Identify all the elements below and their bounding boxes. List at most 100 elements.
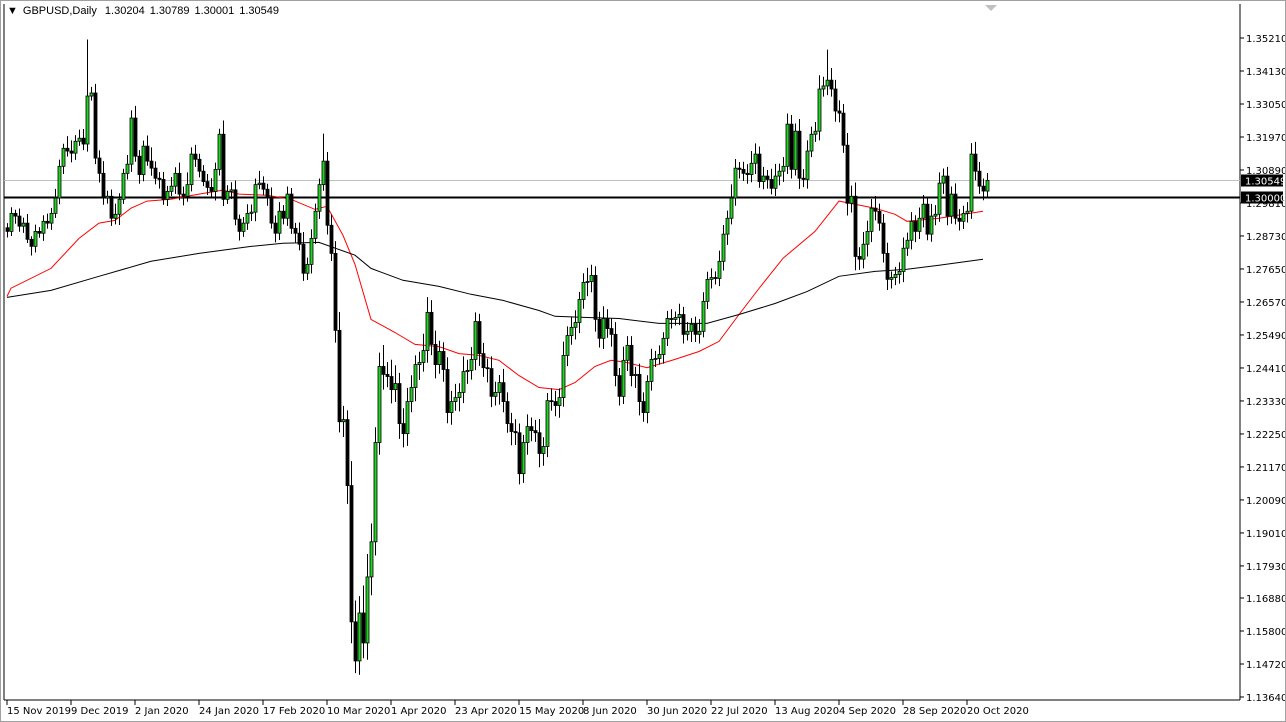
candle — [605, 309, 610, 338]
candle-body — [321, 160, 326, 186]
candle — [305, 257, 310, 280]
chart-shift-marker-icon[interactable] — [985, 5, 997, 11]
candle-body — [389, 376, 394, 391]
support-resistance-label: 1.30000 — [1245, 194, 1285, 205]
candle-body — [869, 207, 874, 232]
candle-body — [129, 117, 134, 165]
candle — [797, 118, 802, 189]
candle-body — [889, 277, 894, 280]
candle-body — [677, 314, 682, 318]
candle — [805, 140, 810, 189]
candle — [361, 585, 366, 659]
x-tick-label: 17 Feb 2020 — [263, 706, 325, 717]
candle-body — [401, 423, 406, 435]
candle — [293, 222, 298, 243]
y-tick-label: 1.17930 — [1246, 562, 1285, 573]
candle-body — [185, 184, 190, 197]
candle — [901, 237, 906, 283]
candle-body — [945, 175, 950, 217]
candle — [81, 129, 86, 151]
candle-body — [593, 274, 598, 320]
candle — [365, 554, 370, 660]
candle — [681, 306, 686, 344]
candle — [489, 356, 494, 408]
candle-body — [673, 317, 678, 320]
candle — [593, 266, 598, 332]
candle-body — [973, 153, 978, 172]
candle — [557, 388, 562, 418]
candle — [73, 135, 78, 160]
candle-body — [373, 442, 378, 543]
candle-body — [793, 130, 798, 170]
candle — [533, 419, 538, 442]
candle — [281, 205, 286, 225]
candle-body — [353, 621, 358, 662]
candle-body — [241, 222, 246, 232]
candle-body — [837, 110, 842, 114]
candle-body — [465, 370, 470, 373]
candle-body — [773, 175, 778, 189]
candle-body — [109, 195, 114, 219]
candle-body — [213, 168, 218, 192]
candle-body — [217, 133, 222, 170]
candle-body — [613, 333, 618, 376]
candle-body — [105, 195, 110, 199]
candle — [597, 311, 602, 348]
candle-body — [205, 181, 210, 188]
price-chart[interactable]: 1.352101.341301.330501.319701.308901.298… — [1, 1, 1285, 721]
candle-body — [261, 182, 266, 190]
candle-body — [365, 576, 370, 644]
candle-body — [345, 419, 350, 486]
candle-body — [801, 177, 806, 180]
candle — [57, 159, 62, 205]
x-tick-label: 4 Sep 2020 — [839, 706, 896, 717]
candle — [373, 427, 378, 556]
candle-body — [877, 210, 882, 224]
chart-window[interactable]: ▼ GBPUSD,Daily 1.30204 1.30789 1.30001 1.305… — [0, 0, 1286, 722]
candle-body — [805, 150, 810, 180]
candle-body — [169, 185, 174, 192]
candle-body — [173, 172, 178, 187]
candle — [545, 393, 550, 458]
candle — [145, 135, 150, 166]
candle — [733, 158, 738, 206]
candle-body — [861, 243, 866, 260]
candle-body — [857, 256, 862, 260]
y-tick-label: 1.20090 — [1246, 496, 1285, 507]
candle — [853, 182, 858, 271]
candle-body — [733, 167, 738, 199]
candle — [297, 222, 302, 251]
candle — [973, 141, 978, 181]
candle-body — [573, 322, 578, 328]
candle-body — [609, 328, 614, 335]
candle-body — [445, 369, 450, 413]
candle — [229, 182, 234, 200]
candle — [421, 333, 426, 372]
y-tick-label: 1.14720 — [1246, 660, 1285, 671]
candle — [393, 365, 398, 402]
candle-body — [913, 220, 918, 232]
candle — [601, 306, 606, 350]
candle-body — [57, 165, 62, 199]
candle-body — [505, 401, 510, 424]
candle-body — [829, 79, 834, 90]
candle — [581, 273, 586, 309]
candle — [697, 319, 702, 344]
candle-body — [477, 321, 482, 354]
candle — [701, 292, 706, 338]
candle — [713, 271, 718, 285]
candle — [577, 291, 582, 334]
candle — [525, 414, 530, 455]
candle — [765, 169, 770, 189]
candle-body — [729, 197, 734, 219]
candle — [149, 147, 154, 176]
candle-body — [985, 179, 990, 192]
y-tick-label: 1.16880 — [1246, 594, 1285, 605]
x-tick-label: 2 Jan 2020 — [135, 706, 189, 717]
candle — [473, 312, 478, 371]
candle — [437, 340, 442, 374]
candle-body — [645, 381, 650, 413]
candle-body — [953, 193, 958, 219]
candle-body — [257, 182, 262, 186]
candle-body — [513, 431, 518, 434]
